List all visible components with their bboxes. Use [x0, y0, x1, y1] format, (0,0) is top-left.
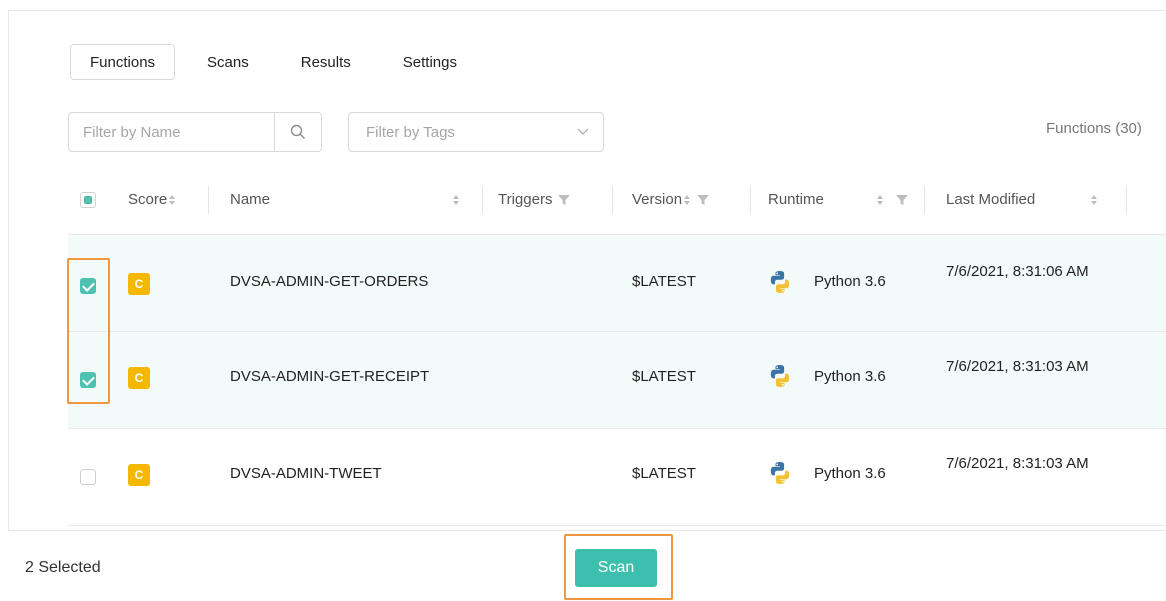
score-badge: C — [128, 464, 150, 486]
column-header-name[interactable]: Name — [230, 166, 270, 234]
score-badge: C — [128, 273, 150, 295]
last-modified: 7/6/2021, 8:31:06 AM — [946, 263, 1089, 280]
column-header-version[interactable]: Version — [632, 166, 710, 234]
filter-by-name-input[interactable] — [69, 113, 297, 151]
runtime-header-label: Runtime — [768, 191, 824, 208]
chevron-down-icon — [577, 128, 589, 135]
column-header-triggers[interactable]: Triggers — [498, 166, 571, 234]
column-header-runtime[interactable]: Runtime — [768, 166, 824, 234]
score-badge: C — [128, 367, 150, 389]
column-header-score[interactable]: Score — [128, 166, 176, 234]
last-modified: 7/6/2021, 8:31:03 AM — [946, 455, 1089, 472]
column-separator — [924, 186, 925, 214]
function-name[interactable]: DVSA-ADMIN-GET-ORDERS — [230, 273, 428, 290]
runtime-label: Python 3.6 — [814, 273, 886, 290]
column-separator — [482, 186, 483, 214]
scan-button-highlight-box — [564, 534, 673, 600]
table-row[interactable]: C DVSA-ADMIN-GET-ORDERS $LATEST Python 3… — [68, 235, 1166, 332]
name-header-label: Name — [230, 191, 271, 208]
python-icon — [770, 462, 790, 484]
function-name[interactable]: DVSA-ADMIN-GET-RECEIPT — [230, 368, 429, 385]
sort-icon[interactable] — [683, 194, 691, 206]
runtime-label: Python 3.6 — [814, 368, 886, 385]
function-name[interactable]: DVSA-ADMIN-TWEET — [230, 465, 382, 482]
function-version: $LATEST — [632, 273, 696, 290]
filter-icon[interactable] — [697, 194, 710, 206]
filter-by-tags-placeholder: Filter by Tags — [366, 123, 455, 141]
sort-icon[interactable] — [1090, 194, 1098, 206]
column-separator — [208, 186, 209, 214]
search-button[interactable] — [274, 113, 321, 151]
row-checkbox[interactable] — [80, 469, 96, 485]
functions-count: Functions (30) — [1046, 120, 1142, 137]
score-header-label: Score — [128, 191, 168, 208]
sort-icon[interactable] — [452, 194, 460, 206]
filter-icon[interactable] — [896, 194, 908, 206]
version-header-label: Version — [632, 191, 683, 208]
checkbox-highlight-box — [67, 258, 110, 404]
sort-icon[interactable] — [876, 194, 884, 206]
sort-icon[interactable] — [168, 194, 176, 206]
tab-results[interactable]: Results — [281, 44, 371, 80]
function-version: $LATEST — [632, 465, 696, 482]
column-separator — [750, 186, 751, 214]
tab-settings[interactable]: Settings — [383, 44, 477, 80]
filter-by-tags-select[interactable]: Filter by Tags — [348, 112, 604, 152]
column-separator — [612, 186, 613, 214]
select-all-checkbox[interactable] — [80, 192, 96, 208]
search-icon — [290, 124, 305, 139]
last-modified: 7/6/2021, 8:31:03 AM — [946, 358, 1089, 375]
python-icon — [770, 365, 790, 387]
column-separator — [1126, 186, 1127, 214]
selected-count: 2 Selected — [25, 559, 101, 576]
function-version: $LATEST — [632, 368, 696, 385]
column-header-last-modified[interactable]: Last Modified — [946, 166, 1035, 234]
filter-icon[interactable] — [558, 194, 571, 206]
last-modified-header-label: Last Modified — [946, 191, 1036, 208]
python-icon — [770, 271, 790, 293]
table-header: Score Name Triggers Version Runtime Last… — [68, 166, 1166, 235]
name-filter — [68, 112, 322, 152]
functions-table: Score Name Triggers Version Runtime Last… — [68, 166, 1166, 526]
table-row[interactable]: C DVSA-ADMIN-GET-RECEIPT $LATEST Python … — [68, 332, 1166, 429]
runtime-label: Python 3.6 — [814, 465, 886, 482]
tab-functions[interactable]: Functions — [70, 44, 176, 80]
tab-scans[interactable]: Scans — [187, 44, 269, 80]
triggers-header-label: Triggers — [498, 191, 553, 208]
tab-bar: Functions Scans Results Settings — [70, 44, 489, 82]
table-row[interactable]: C DVSA-ADMIN-TWEET $LATEST Python 3.6 7/… — [68, 429, 1166, 526]
